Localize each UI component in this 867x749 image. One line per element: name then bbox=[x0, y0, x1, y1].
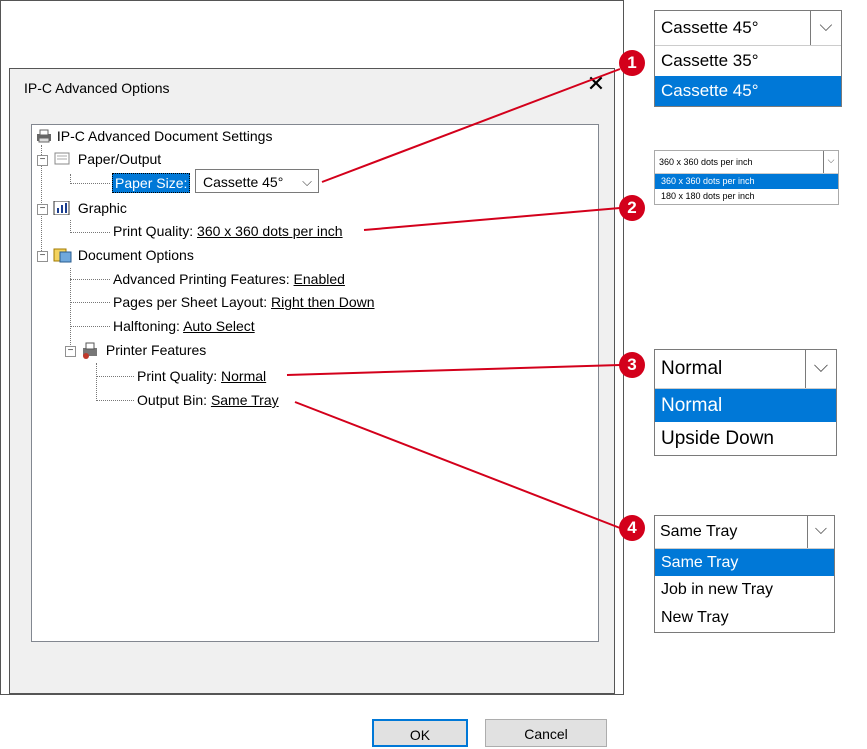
dropdown-head[interactable]: Same Tray ⌵ bbox=[655, 516, 834, 549]
dropdown-head[interactable]: 360 x 360 dots per inch ⌵ bbox=[655, 151, 838, 174]
callout-badge-1: 1 bbox=[619, 50, 645, 76]
dropdown-head[interactable]: Cassette 45° ⌵ bbox=[655, 11, 841, 46]
pf-print-quality-dropdown-callout: Normal ⌵ Normal Upside Down bbox=[654, 349, 837, 456]
chevron-down-icon[interactable]: ⌵ bbox=[810, 11, 841, 45]
chevron-down-icon[interactable]: ⌵ bbox=[807, 516, 834, 548]
dropdown-selected: Same Tray bbox=[660, 523, 738, 540]
dropdown-head[interactable]: Normal ⌵ bbox=[655, 350, 836, 389]
output-bin-dropdown-callout: Same Tray ⌵ Same Tray Job in new Tray Ne… bbox=[654, 515, 835, 633]
callout-badge-4: 4 bbox=[619, 515, 645, 541]
print-quality-dropdown-callout: 360 x 360 dots per inch ⌵ 360 x 360 dots… bbox=[654, 150, 839, 205]
dropdown-option-selected[interactable]: Same Tray bbox=[655, 549, 834, 576]
callout-line-1 bbox=[321, 68, 621, 183]
chevron-down-icon[interactable]: ⌵ bbox=[823, 151, 838, 173]
dropdown-option[interactable]: 180 x 180 dots per inch bbox=[655, 189, 838, 204]
callout-badge-3: 3 bbox=[619, 352, 645, 378]
dropdown-option[interactable]: New Tray bbox=[655, 604, 834, 632]
dropdown-option[interactable]: Upside Down bbox=[655, 422, 836, 455]
dropdown-option-selected[interactable]: Cassette 45° bbox=[655, 76, 841, 106]
callout-line-4 bbox=[294, 401, 621, 529]
dropdown-option-selected[interactable]: Normal bbox=[655, 389, 836, 422]
callout-line-2 bbox=[363, 207, 621, 231]
paper-size-dropdown-callout: Cassette 45° ⌵ Cassette 35° Cassette 45° bbox=[654, 10, 842, 107]
cancel-button[interactable]: Cancel bbox=[485, 719, 607, 747]
dropdown-selected: Normal bbox=[661, 358, 723, 379]
dropdown-option[interactable]: Cassette 35° bbox=[655, 46, 841, 76]
ok-button[interactable]: OK bbox=[372, 719, 468, 747]
dropdown-option[interactable]: Job in new Tray bbox=[655, 576, 834, 604]
chevron-down-icon[interactable]: ⌵ bbox=[805, 350, 836, 388]
callout-line-3 bbox=[286, 364, 621, 376]
dropdown-selected: 360 x 360 dots per inch bbox=[659, 157, 753, 167]
dropdown-option-selected[interactable]: 360 x 360 dots per inch bbox=[655, 174, 838, 189]
callout-badge-2: 2 bbox=[619, 195, 645, 221]
dropdown-selected: Cassette 45° bbox=[661, 18, 759, 37]
